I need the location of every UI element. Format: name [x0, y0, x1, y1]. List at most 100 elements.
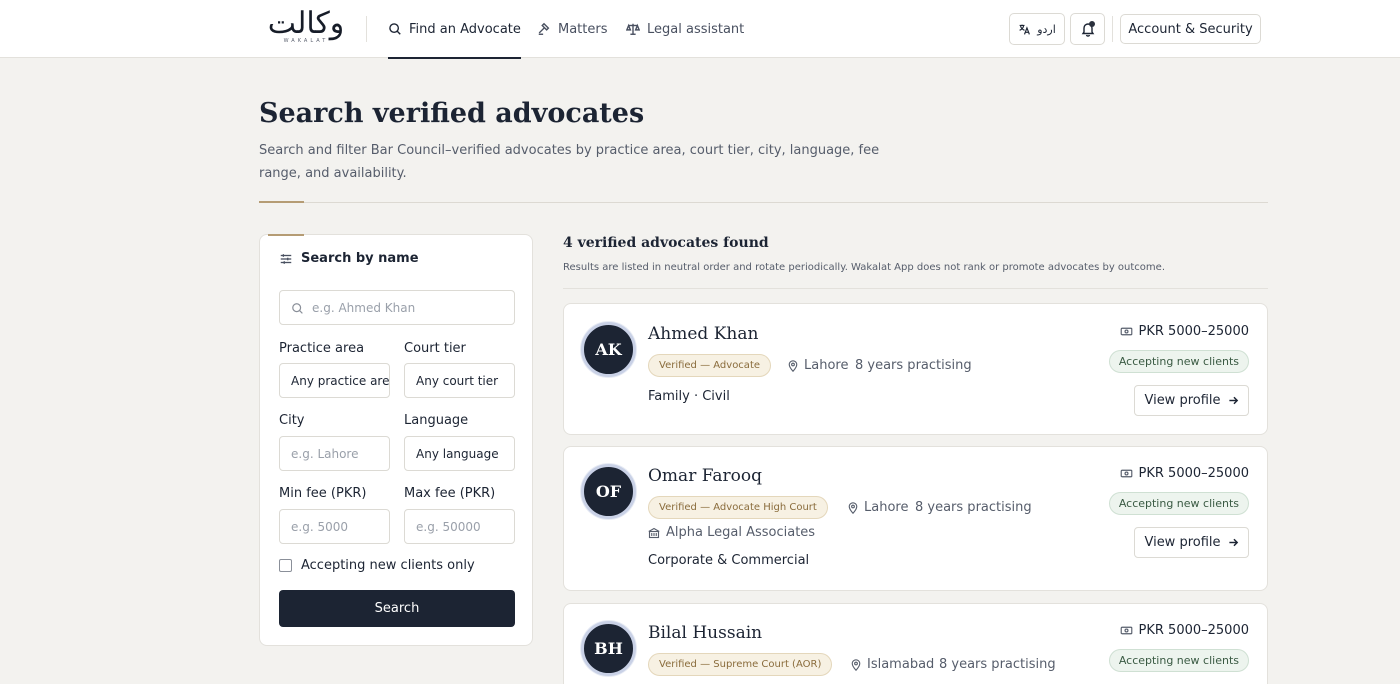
status-badge: Accepting new clients [1108, 649, 1249, 672]
practice-area-select[interactable]: Any practice area [279, 363, 390, 398]
accepting-only-label: Accepting new clients only [301, 558, 475, 573]
view-profile-label: View profile [1144, 535, 1221, 550]
scales-icon [626, 23, 640, 35]
results-count: 4 verified advocates found [563, 235, 769, 251]
nav-matters[interactable]: Matters [537, 0, 608, 58]
view-profile-label: View profile [1144, 393, 1221, 408]
avatar: BH [581, 621, 636, 676]
max-fee-placeholder: e.g. 50000 [416, 519, 481, 534]
advocate-city: Lahore [847, 500, 908, 515]
nav-legal-assistant[interactable]: Legal assistant [626, 0, 744, 58]
city-placeholder: e.g. Lahore [291, 446, 359, 461]
city-label: City [279, 413, 305, 428]
advocate-experience: 8 years practising [855, 358, 972, 373]
search-icon [389, 23, 401, 35]
nav-find-advocate-label: Find an Advocate [409, 21, 521, 37]
advocate-experience: 8 years practising [939, 657, 1056, 672]
nav-legal-assistant-label: Legal assistant [647, 21, 745, 37]
practice-areas: Corporate & Commercial [648, 553, 810, 568]
language-select[interactable]: Any language [404, 436, 515, 471]
verification-badge: Verified — Advocate High Court [648, 496, 828, 519]
advocate-name[interactable]: Ahmed Khan [648, 324, 758, 344]
header-divider [259, 202, 1268, 203]
building-icon [648, 527, 660, 538]
max-fee-label: Max fee (PKR) [404, 486, 496, 501]
verification-badge: Verified — Advocate [648, 354, 772, 377]
accepting-only-checkbox[interactable] [279, 559, 292, 572]
court-tier-label: Court tier [404, 341, 466, 356]
fee-range: PKR 5000–25000 [1120, 324, 1249, 339]
app-logo[interactable]: وکالت WAKALAT [264, 6, 348, 48]
advocate-card: AK Ahmed Khan Verified — Advocate Lahore… [563, 303, 1268, 435]
account-security-button[interactable]: Account & Security [1120, 14, 1261, 44]
advocate-name[interactable]: Bilal Hussain [648, 623, 762, 643]
map-pin-icon [851, 658, 861, 671]
gavel-icon [538, 22, 550, 35]
banknote-icon [1120, 327, 1132, 336]
logo-subtitle: WAKALAT [283, 38, 329, 44]
advocate-city-text: Lahore [864, 500, 909, 515]
nav-matters-label: Matters [558, 21, 608, 37]
status-badge: Accepting new clients [1108, 350, 1249, 373]
advocate-experience: 8 years practising [915, 500, 1032, 515]
map-pin-icon [848, 501, 858, 514]
top-nav: وکالت WAKALAT Find an Advocate Matters L… [0, 0, 1400, 59]
fee-range-text: PKR 5000–25000 [1138, 324, 1249, 339]
language-filter-label: Language [404, 413, 469, 428]
results-divider [563, 288, 1268, 289]
filter-panel-title: Search by name [301, 251, 419, 266]
advocate-city: Lahore [787, 358, 848, 373]
banknote-icon [1120, 626, 1132, 635]
language-label: اردو [1037, 22, 1056, 36]
min-fee-placeholder: e.g. 5000 [291, 519, 348, 534]
avatar: AK [581, 322, 636, 377]
city-input[interactable]: e.g. Lahore [279, 436, 390, 471]
view-profile-button[interactable]: View profile [1134, 385, 1249, 416]
advocate-card: BH Bilal Hussain Verified — Supreme Cour… [563, 603, 1268, 684]
name-search-input[interactable]: e.g. Ahmed Khan [279, 290, 515, 325]
notifications-button[interactable] [1070, 13, 1105, 45]
fee-range: PKR 5000–25000 [1120, 623, 1249, 638]
filter-panel-header: Search by name [279, 251, 419, 266]
search-icon [292, 303, 303, 314]
page-subtitle: Search and filter Bar Council–verified a… [259, 143, 880, 181]
max-fee-input[interactable]: e.g. 50000 [404, 509, 515, 544]
header-divider-accent [259, 201, 304, 203]
advocate-firm-text: Alpha Legal Associates [666, 525, 816, 540]
name-search-placeholder: e.g. Ahmed Khan [312, 300, 416, 315]
sliders-icon [280, 253, 292, 264]
status-badge: Accepting new clients [1108, 492, 1249, 515]
banknote-icon [1120, 469, 1132, 478]
search-button[interactable]: Search [279, 590, 515, 627]
avatar: OF [581, 464, 636, 519]
notification-dot [1089, 21, 1095, 27]
advocate-city: Islamabad [850, 657, 934, 672]
results-note: Results are listed in neutral order and … [563, 262, 1165, 273]
map-pin-icon [788, 359, 798, 372]
fee-range-text: PKR 5000–25000 [1138, 466, 1249, 481]
court-tier-select[interactable]: Any court tier [404, 363, 515, 398]
min-fee-label: Min fee (PKR) [279, 486, 367, 501]
advocate-city-text: Lahore [804, 358, 849, 373]
arrow-right-icon [1228, 396, 1238, 405]
advocate-name[interactable]: Omar Farooq [648, 466, 762, 486]
view-profile-button[interactable]: View profile [1134, 527, 1249, 558]
language-toggle-button[interactable]: اردو [1009, 13, 1065, 45]
practice-area-label: Practice area [279, 341, 365, 356]
fee-range-text: PKR 5000–25000 [1138, 623, 1249, 638]
nav-divider [366, 16, 367, 42]
fee-range: PKR 5000–25000 [1120, 466, 1249, 481]
verification-badge: Verified — Supreme Court (AOR) [648, 653, 833, 676]
practice-areas: Family · Civil [648, 389, 730, 404]
accepting-only-row[interactable]: Accepting new clients only [279, 558, 475, 573]
advocate-city-text: Islamabad [867, 657, 935, 672]
advocate-card: OF Omar Farooq Verified — Advocate High … [563, 446, 1268, 591]
page-title: Search verified advocates [259, 98, 645, 129]
arrow-right-icon [1228, 538, 1238, 547]
nav-divider-right [1112, 16, 1113, 42]
filter-panel: Search by name e.g. Ahmed Khan Practice … [259, 234, 533, 646]
advocate-firm: Alpha Legal Associates [648, 525, 815, 540]
nav-find-advocate[interactable]: Find an Advocate [388, 0, 521, 59]
min-fee-input[interactable]: e.g. 5000 [279, 509, 390, 544]
translate-icon [1019, 24, 1031, 35]
